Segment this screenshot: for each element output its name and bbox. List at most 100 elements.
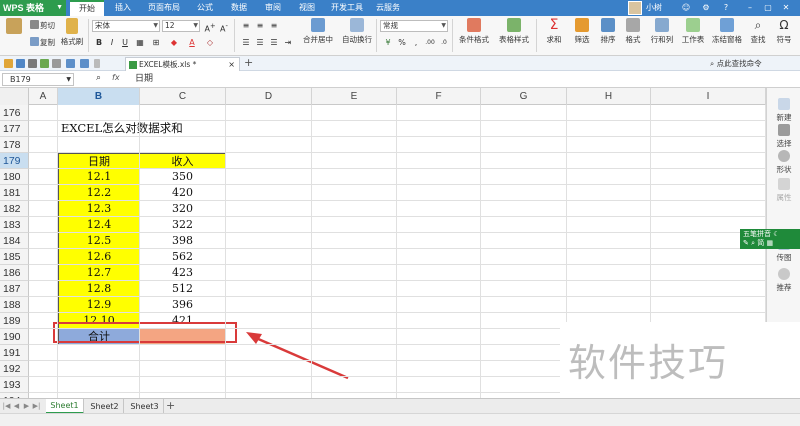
panel-properties[interactable]: 属性 bbox=[767, 178, 800, 203]
next-sheet-icon[interactable]: ▶ bbox=[22, 399, 31, 414]
cut-button[interactable]: 剪切 bbox=[30, 20, 55, 31]
close-icon[interactable]: × bbox=[228, 58, 235, 71]
row-header-186[interactable]: 186 bbox=[0, 265, 29, 281]
sort-button[interactable]: 排序 bbox=[596, 18, 620, 45]
sum-button[interactable]: Σ 求和 bbox=[542, 18, 566, 45]
tab-developer[interactable]: 开发工具 bbox=[326, 0, 368, 16]
align-bottom-icon[interactable]: ≡ bbox=[268, 20, 280, 32]
row-header-182[interactable]: 182 bbox=[0, 201, 29, 217]
row-header-189[interactable]: 189 bbox=[0, 313, 29, 329]
panel-select[interactable]: 选择 bbox=[767, 124, 800, 149]
find-command-search[interactable]: ⌕ 点此查找命令 bbox=[710, 56, 762, 71]
income-cell[interactable]: 322 bbox=[140, 217, 226, 233]
panel-recommend[interactable]: 推荐 bbox=[767, 268, 800, 293]
last-sheet-icon[interactable]: ▶| bbox=[32, 399, 41, 414]
minimize-icon[interactable]: – bbox=[744, 2, 756, 14]
chevron-down-icon[interactable] bbox=[94, 59, 100, 68]
font-size-select[interactable]: 12 ▼ bbox=[162, 20, 200, 32]
header-cell-date[interactable]: 日期 bbox=[58, 153, 140, 169]
conditional-format-button[interactable]: 条件格式 bbox=[456, 18, 492, 45]
settings-icon[interactable]: ⚙ bbox=[700, 2, 712, 14]
align-middle-icon[interactable]: ≡ bbox=[254, 20, 266, 32]
insert-function-button[interactable]: fx bbox=[112, 73, 120, 82]
tab-view[interactable]: 视图 bbox=[292, 0, 322, 16]
wps-app-button[interactable]: WPS 表格 ▼ bbox=[0, 0, 66, 16]
row-col-button[interactable]: 行和列 bbox=[648, 18, 676, 45]
income-cell[interactable]: 512 bbox=[140, 281, 226, 297]
tab-cloud[interactable]: 云服务 bbox=[370, 0, 406, 16]
merge-center-button[interactable]: 合并居中 bbox=[300, 18, 336, 45]
row-header-183[interactable]: 183 bbox=[0, 217, 29, 233]
indent-icon[interactable]: ⇥ bbox=[282, 37, 294, 49]
align-center-icon[interactable]: ☰ bbox=[254, 37, 266, 49]
date-cell[interactable]: 12.3 bbox=[58, 201, 140, 217]
worksheet-button[interactable]: 工作表 bbox=[680, 18, 706, 45]
row-header-179[interactable]: 179 bbox=[0, 153, 29, 169]
ime-toolbar[interactable]: 五笔拼音 ☾ ✎ ⌕ 简 ▦ bbox=[740, 229, 800, 249]
row-header-188[interactable]: 188 bbox=[0, 297, 29, 313]
income-cell[interactable]: 420 bbox=[140, 185, 226, 201]
column-header-i[interactable]: I bbox=[651, 88, 766, 105]
sheet-title[interactable]: EXCEL怎么对数据求和 bbox=[61, 120, 183, 136]
border-icon[interactable]: ▦ bbox=[134, 37, 146, 49]
wrap-text-button[interactable]: 自动换行 bbox=[340, 18, 374, 45]
column-header-f[interactable]: F bbox=[397, 88, 481, 105]
filter-button[interactable]: 筛选 bbox=[570, 18, 594, 45]
row-header-178[interactable]: 178 bbox=[0, 137, 29, 153]
row-header-191[interactable]: 191 bbox=[0, 345, 29, 361]
help-icon[interactable]: ? bbox=[720, 2, 732, 14]
column-header-a[interactable]: A bbox=[29, 88, 58, 105]
row-header-187[interactable]: 187 bbox=[0, 281, 29, 297]
income-cell[interactable]: 562 bbox=[140, 249, 226, 265]
tab-document[interactable]: EXCEL模板.xls * × bbox=[125, 57, 240, 71]
symbol-button[interactable]: Ω 符号 bbox=[772, 18, 796, 45]
align-top-icon[interactable]: ≡ bbox=[240, 20, 252, 32]
row-header-190[interactable]: 190 bbox=[0, 329, 29, 345]
row-header-192[interactable]: 192 bbox=[0, 361, 29, 377]
income-cell[interactable]: 320 bbox=[140, 201, 226, 217]
row-header-193[interactable]: 193 bbox=[0, 377, 29, 393]
align-right-icon[interactable]: ☰ bbox=[268, 37, 280, 49]
date-cell[interactable]: 12.8 bbox=[58, 281, 140, 297]
paste-button[interactable] bbox=[4, 18, 24, 36]
freeze-button[interactable]: 冻结窗格 bbox=[710, 18, 744, 45]
zoom-icon[interactable]: ⌕ bbox=[96, 73, 101, 83]
tab-data[interactable]: 数据 bbox=[224, 0, 254, 16]
format-button[interactable]: 格式 bbox=[622, 18, 644, 45]
skin-icon[interactable]: ☺ bbox=[680, 2, 692, 14]
shrink-font-icon[interactable]: A- bbox=[218, 20, 230, 34]
column-header-e[interactable]: E bbox=[312, 88, 397, 105]
print-icon[interactable] bbox=[28, 59, 37, 68]
user-name[interactable]: 小树 bbox=[646, 0, 662, 16]
restore-icon[interactable]: ▢ bbox=[762, 2, 774, 14]
sheet-tab-1[interactable]: Sheet1 bbox=[46, 399, 84, 414]
formula-input[interactable]: 日期 bbox=[135, 73, 765, 86]
date-cell[interactable]: 12.7 bbox=[58, 265, 140, 281]
grow-font-icon[interactable]: A+ bbox=[204, 20, 216, 34]
date-cell[interactable]: 12.2 bbox=[58, 185, 140, 201]
currency-icon[interactable]: ¥ bbox=[382, 37, 394, 49]
column-header-b[interactable]: B bbox=[58, 88, 140, 105]
table-style-button[interactable]: 表格样式 bbox=[496, 18, 532, 45]
percent-icon[interactable]: % bbox=[396, 37, 408, 49]
add-sheet-button[interactable]: + bbox=[166, 399, 175, 413]
sheet-tab-3[interactable]: Sheet3 bbox=[126, 399, 164, 414]
date-cell[interactable]: 12.1 bbox=[58, 169, 140, 185]
income-cell[interactable]: 398 bbox=[140, 233, 226, 249]
bold-icon[interactable]: B bbox=[93, 37, 105, 49]
new-tab-button[interactable]: + bbox=[244, 56, 253, 70]
column-header-g[interactable]: G bbox=[481, 88, 567, 105]
align-left-icon[interactable]: ☰ bbox=[240, 37, 252, 49]
row-header-181[interactable]: 181 bbox=[0, 185, 29, 201]
undo-icon[interactable] bbox=[66, 59, 75, 68]
select-all-corner[interactable] bbox=[0, 88, 29, 105]
income-cell[interactable]: 350 bbox=[140, 169, 226, 185]
italic-icon[interactable]: I bbox=[106, 37, 118, 49]
redo-icon[interactable] bbox=[80, 59, 89, 68]
tab-formulas[interactable]: 公式 bbox=[190, 0, 220, 16]
find-button[interactable]: ⌕ 查找 bbox=[746, 18, 770, 45]
row-header-184[interactable]: 184 bbox=[0, 233, 29, 249]
tab-page-layout[interactable]: 页面布局 bbox=[142, 0, 186, 16]
column-header-h[interactable]: H bbox=[567, 88, 651, 105]
prev-sheet-icon[interactable]: ◀ bbox=[12, 399, 21, 414]
